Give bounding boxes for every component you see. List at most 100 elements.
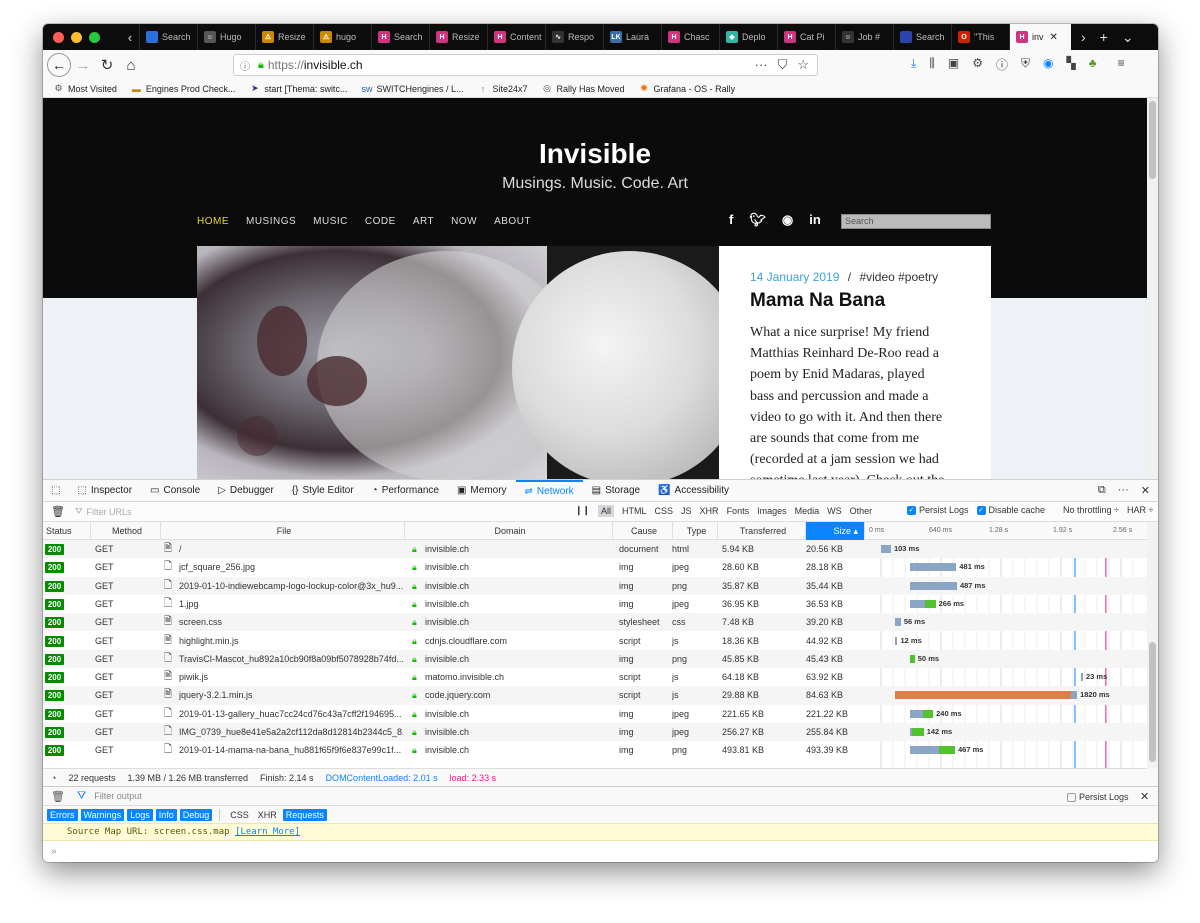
site-nav-musings[interactable]: MUSINGS <box>246 216 296 227</box>
performance-analysis-icon[interactable]: ◔ <box>51 773 56 783</box>
learn-more-link[interactable]: [Learn More] <box>235 827 300 837</box>
site-nav-about[interactable]: ABOUT <box>494 216 531 227</box>
downloads-icon[interactable]: ⤓ <box>911 56 916 73</box>
column-header-status[interactable]: Status <box>43 522 91 540</box>
console-filter-warnings[interactable]: Warnings <box>80 808 125 821</box>
minimize-window-button[interactable] <box>71 31 82 43</box>
type-filter-html[interactable]: HTML <box>622 506 647 516</box>
file-cell[interactable]: IMG_0739_hue8e41e5a2a2cf112da8d12814b234… <box>179 723 403 741</box>
reload-button[interactable]: ↻ <box>95 56 119 74</box>
devtools-tab-inspector[interactable]: ⬚ Inspector <box>68 480 141 502</box>
type-filter-xhr[interactable]: XHR <box>700 506 719 516</box>
close-console-icon[interactable]: ✕ <box>1140 790 1149 803</box>
console-filter-input[interactable]: Filter output <box>94 791 142 801</box>
table-row[interactable]: 200 GET 🗋︎ 2019-01-14-mama-na-bana_hu881f65… <box>43 741 1147 759</box>
maximize-window-button[interactable] <box>89 31 100 43</box>
bookmark-item[interactable]: ✺ Grafana - OS - Rally <box>639 83 735 94</box>
type-filter-js[interactable]: JS <box>681 506 692 516</box>
twitter-icon[interactable]: 🐦︎ <box>749 212 766 228</box>
page-actions-icon[interactable]: ··· <box>755 57 768 73</box>
post-tags[interactable]: #video #poetry <box>859 270 938 284</box>
site-nav-now[interactable]: NOW <box>451 216 477 227</box>
browser-tab[interactable]: H Resize <box>429 24 487 50</box>
column-header-size[interactable]: Size ▴ <box>806 522 865 540</box>
devtools-tab-storage[interactable]: ▤ Storage <box>583 480 649 502</box>
close-tab-icon[interactable]: ✕ <box>1050 32 1058 43</box>
shield-icon[interactable]: ⛨ <box>1021 56 1030 73</box>
table-row[interactable]: 200 GET 🗋︎ IMG_0739_hue8e41e5a2a2cf112da8d1… <box>43 723 1147 742</box>
table-row[interactable]: 200 GET 🗋︎ 2019-01-10-indiewebcamp-logo-loc… <box>43 576 1147 595</box>
site-nav-home[interactable]: HOME <box>197 216 229 227</box>
browser-tab[interactable]: ⚠ hugo <box>313 24 371 50</box>
file-cell[interactable]: 2019-01-10-indiewebcamp-logo-lockup-colo… <box>179 577 403 595</box>
console-persist-logs-checkbox[interactable]: Persist Logs <box>1067 792 1129 802</box>
scrollbar-thumb[interactable] <box>1149 101 1156 179</box>
devtools-tab-network[interactable]: ⇌ Network <box>515 479 583 502</box>
bookmark-item[interactable]: ↑ Site24x7 <box>477 83 528 94</box>
site-nav-art[interactable]: ART <box>413 216 434 227</box>
column-header-domain[interactable]: Domain <box>405 522 613 540</box>
console-filter-css[interactable]: CSS <box>227 809 252 821</box>
table-row[interactable]: 200 GET 🗋︎ TravisCI-Mascot_hu892a10cb90f8a0… <box>43 649 1147 669</box>
dock-icon[interactable]: ⧉ <box>1098 484 1106 497</box>
column-header-type[interactable]: Type <box>673 522 718 540</box>
file-cell[interactable]: screen.css <box>179 613 403 631</box>
extension-circle-icon[interactable]: ◉ <box>1043 56 1053 73</box>
file-cell[interactable]: 2019-01-14-mama-na-bana_hu881f65f9f6e837… <box>179 741 403 759</box>
browser-tab[interactable]: Search <box>139 24 197 50</box>
pick-element-icon[interactable]: ⬚ <box>43 480 68 502</box>
devtools-tab-memory[interactable]: ▣ Memory <box>448 480 516 502</box>
file-cell[interactable]: piwik.js <box>179 668 403 686</box>
devtools-tab-debugger[interactable]: ▷ Debugger <box>209 480 283 502</box>
new-tab-icon[interactable]: + <box>1100 29 1108 46</box>
console-filter-icon[interactable]: ⛛ <box>77 790 86 803</box>
type-filter-ws[interactable]: WS <box>827 506 842 516</box>
tab-active[interactable]: Hinv ✕ <box>1009 24 1071 50</box>
browser-tab[interactable]: ☺ Hugo <box>197 24 255 50</box>
type-filter-media[interactable]: Media <box>795 506 820 516</box>
console-filter-info[interactable]: Info <box>155 808 177 821</box>
console-filter-debug[interactable]: Debug <box>179 808 213 821</box>
file-cell[interactable]: TravisCI-Mascot_hu892a10cb90f8a09bf50789… <box>179 650 403 668</box>
clear-network-icon[interactable]: 🗑︎ <box>51 505 65 518</box>
file-cell[interactable]: / <box>179 540 403 558</box>
forward-button[interactable]: → <box>71 57 95 74</box>
tab-scroll-right-icon[interactable]: › <box>1081 29 1086 46</box>
disable-cache-checkbox[interactable]: ✓ Disable cache <box>976 505 1045 515</box>
post-date[interactable]: 14 January 2019 <box>750 270 839 284</box>
throttling-select[interactable]: No throttling ÷ <box>1063 505 1119 515</box>
console-filter-errors[interactable]: Errors <box>47 808 78 821</box>
console-filter-xhr[interactable]: XHR <box>255 809 280 821</box>
extension-info-icon[interactable]: ⓘ <box>996 56 1008 73</box>
request-list-scrollbar[interactable] <box>1147 522 1158 768</box>
console-filter-logs[interactable]: Logs <box>127 808 153 821</box>
menu-icon[interactable]: ≡ <box>1118 56 1125 73</box>
table-row[interactable]: 200 GET 🗋︎ 1.jpg 🔒︎ invisible.ch img jpeg 36.95 … <box>43 595 1147 613</box>
extension-grid-icon[interactable]: ▚ <box>1066 56 1075 73</box>
devtools-tab-accessibility[interactable]: ♿ Accessibility <box>649 480 738 502</box>
close-window-button[interactable] <box>53 31 64 43</box>
file-cell[interactable]: 1.jpg <box>179 595 403 613</box>
table-row[interactable]: 200 GET 🗎︎ jquery-3.2.1.min.js 🔒︎ code.jquery… <box>43 686 1147 705</box>
bookmark-item[interactable]: sw SWITCHengines / L... <box>361 83 463 94</box>
site-nav-code[interactable]: CODE <box>365 216 396 227</box>
scrollbar-thumb[interactable] <box>1149 642 1156 762</box>
column-header-transferred[interactable]: Transferred <box>718 522 806 540</box>
browser-tab[interactable]: H Chasc <box>661 24 719 50</box>
persist-logs-checkbox[interactable]: ✓ Persist Logs <box>907 505 969 515</box>
devtools-tab-style-editor[interactable]: {} Style Editor <box>283 480 363 502</box>
file-cell[interactable]: 2019-01-13-gallery_huac7cc24cd76c43a7cff… <box>179 705 403 723</box>
bookmark-item[interactable]: ➤ start [Thema: switc... <box>249 83 347 94</box>
linkedin-icon[interactable]: in <box>809 212 821 228</box>
table-row[interactable]: 200 GET 🗎︎ highlight.min.js 🔒︎ cdnjs.cloudfla… <box>43 632 1147 650</box>
column-header-method[interactable]: Method <box>91 522 161 540</box>
console-input[interactable]: » <box>43 841 1158 862</box>
browser-tab[interactable]: ⚠ Resize <box>255 24 313 50</box>
har-menu[interactable]: HAR ÷ <box>1127 505 1153 515</box>
sidebar-icon[interactable]: ▣ <box>948 56 959 73</box>
file-cell[interactable]: highlight.min.js <box>179 632 403 650</box>
browser-tab[interactable]: LK Laura <box>603 24 661 50</box>
site-title[interactable]: Invisible <box>43 138 1147 170</box>
devtools-menu-icon[interactable]: ··· <box>1118 484 1129 497</box>
type-filter-fonts[interactable]: Fonts <box>727 506 750 516</box>
